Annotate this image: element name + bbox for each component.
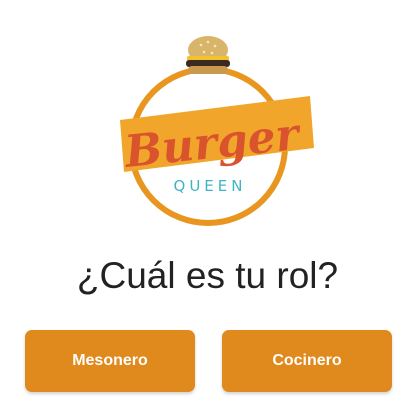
burger-queen-logo: Burger QUEEN (100, 28, 315, 228)
mesonero-button[interactable]: Mesonero (25, 330, 195, 392)
burger-icon (186, 36, 230, 74)
logo-graphic: Burger QUEEN (120, 36, 314, 226)
cocinero-button[interactable]: Cocinero (222, 330, 392, 392)
role-question-heading: ¿Cuál es tu rol? (76, 255, 339, 296)
logo-brand-sub: QUEEN (174, 177, 247, 195)
